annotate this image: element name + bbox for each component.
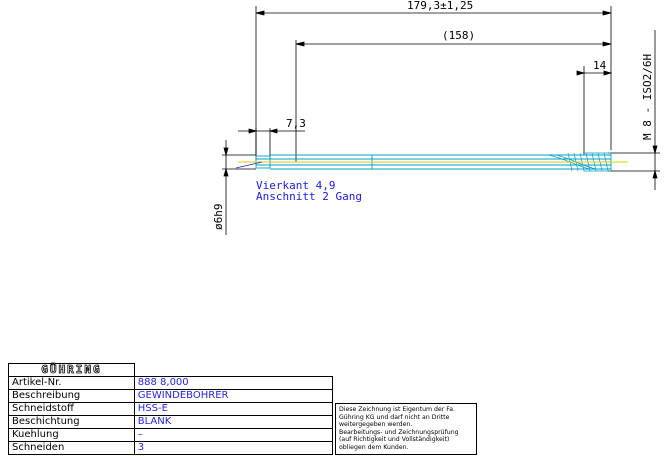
shank-length-dimension: [295, 40, 612, 162]
title-row-coating: Beschichtung BLANK: [8, 415, 334, 429]
description-label: Beschreibung: [8, 389, 135, 403]
shank-diameter-text: ø6h9: [212, 204, 225, 231]
shank-diameter-dimension: [222, 140, 256, 235]
description-value: GEWINDEBOHRER: [133, 389, 334, 403]
flutes-label: Schneiden: [8, 441, 135, 455]
title-block: GÜHRING Artikel-Nr. 888 8,000 Beschreibu…: [8, 363, 334, 455]
logo-spacer: [133, 363, 333, 377]
notice-line: Gühring KG und darf nicht an Dritte: [339, 413, 450, 421]
title-row-flutes: Schneiden 3: [8, 441, 334, 455]
notice-line: obliegen dem Kunden.: [339, 443, 409, 451]
thread-length-dimension: [576, 66, 613, 155]
title-row-description: Beschreibung GEWINDEBOHRER: [8, 389, 334, 403]
title-row-article: Artikel-Nr. 888 8,000: [8, 376, 334, 390]
article-label: Artikel-Nr.: [8, 376, 135, 390]
notice-line: (auf Richtigkeit und Vollständigkeit): [339, 436, 450, 444]
cooling-label: Kuehlung: [8, 428, 135, 442]
shank-length-text: (158): [442, 29, 475, 42]
company-logo: GÜHRING: [8, 363, 135, 377]
flutes-value: 3: [133, 441, 334, 455]
article-value: 888 8,000: [133, 376, 334, 390]
cooling-value: –: [133, 428, 334, 442]
thread-length-text: 14: [593, 59, 607, 72]
title-row-cooling: Kuehlung –: [8, 428, 334, 442]
notice-line: Bearbeitungs- und Zeichnungsprüfung: [339, 428, 459, 436]
chamfer-annotation: Anschnitt 2 Gang: [256, 190, 362, 203]
square-length-text: 7,3: [286, 117, 306, 130]
overall-length-text: 179,3±1,25: [407, 0, 473, 12]
notice-line: Diese Zeichnung ist Eigentum der Fa.: [339, 406, 455, 413]
ownership-notice: Diese Zeichnung ist Eigentum der Fa. Güh…: [335, 403, 477, 455]
thread-spec-text: M 8 - ISO2/6H: [641, 54, 654, 140]
title-row-material: Schneidstoff HSS-E: [8, 402, 334, 416]
coating-value: BLANK: [133, 415, 334, 429]
material-value: HSS-E: [133, 402, 334, 416]
overall-length-dimension: [255, 6, 612, 160]
coating-label: Beschichtung: [8, 415, 135, 429]
material-label: Schneidstoff: [8, 402, 135, 416]
notice-line: weitergegeben werden.: [339, 421, 413, 429]
